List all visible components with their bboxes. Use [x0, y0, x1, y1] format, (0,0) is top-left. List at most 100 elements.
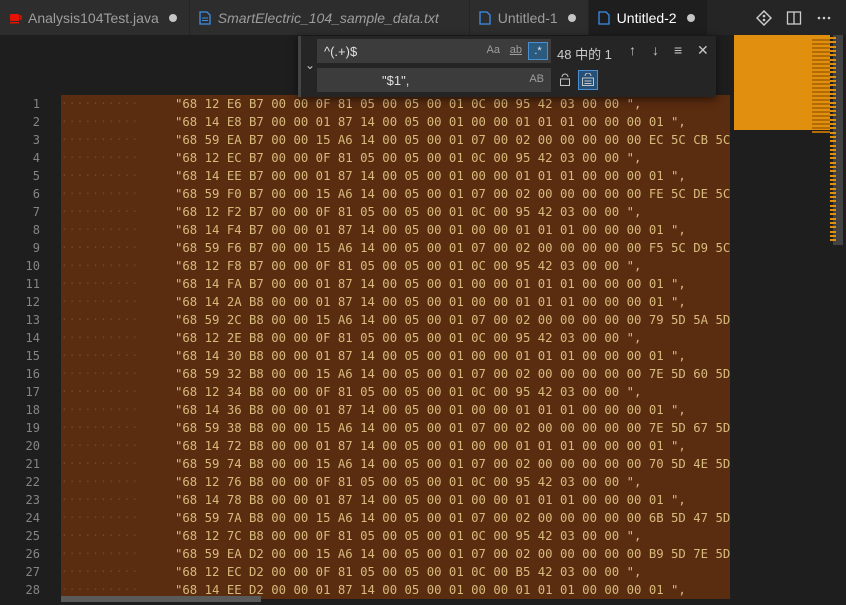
- code-line[interactable]: ·········· "68 59 EA B7 00 00 15 A6 14 00…: [61, 131, 730, 149]
- code-line[interactable]: ·········· "68 59 32 B8 00 00 15 A6 14 00…: [61, 365, 730, 383]
- code-line[interactable]: ·········· "68 59 F0 B7 00 00 15 A6 14 00…: [61, 185, 730, 203]
- replace-all-icon[interactable]: [578, 70, 598, 90]
- minimap-match-marker: [812, 67, 830, 69]
- find-replace-widget: ⌄ ^(.+)$ Aa ab .* 48 中的 1 ↑ ↓ ≡ ✕ "$1", …: [298, 36, 716, 97]
- code-area[interactable]: ·········· "68 12 E6 B7 00 00 0F 81 05 00…: [61, 95, 730, 599]
- scrollbar-match-marker: [830, 170, 836, 173]
- code-line[interactable]: ·········· "68 14 78 B8 00 00 01 87 14 00…: [61, 491, 730, 509]
- line-number: 7: [32, 205, 40, 219]
- tab-analysis104test[interactable]: Analysis104Test.java: [0, 0, 190, 35]
- whitespace-markers: ··········: [61, 511, 140, 524]
- unsaved-dot-icon[interactable]: [567, 13, 576, 22]
- scrollbar-match-marker: [830, 221, 836, 224]
- whitespace-markers: ··········: [61, 169, 140, 182]
- source-control-diff-icon[interactable]: [756, 9, 772, 26]
- line-number: 10: [25, 259, 40, 273]
- whitespace-markers: ··········: [61, 97, 140, 110]
- code-line[interactable]: ·········· "68 14 FA B7 00 00 01 87 14 00…: [61, 275, 730, 293]
- unsaved-dot-icon[interactable]: [168, 13, 177, 22]
- code-line[interactable]: ·········· "68 59 7A B8 00 00 15 A6 14 00…: [61, 509, 730, 527]
- code-line[interactable]: ·········· "68 14 30 B8 00 00 01 87 14 00…: [61, 347, 730, 365]
- unsaved-dot-icon[interactable]: [686, 13, 695, 22]
- whole-word-button[interactable]: ab: [510, 44, 522, 56]
- horizontal-scrollbar[interactable]: [61, 596, 730, 602]
- replace-one-icon[interactable]: [555, 70, 575, 90]
- code-line-text: "68 14 FA B7 00 00 01 87 14 00 05 00 01 …: [175, 277, 686, 291]
- code-line[interactable]: ·········· "68 59 F6 B7 00 00 15 A6 14 00…: [61, 239, 730, 257]
- close-icon[interactable]: ✕: [697, 42, 709, 59]
- code-line[interactable]: ·········· "68 59 74 B8 00 00 15 A6 14 00…: [61, 455, 730, 473]
- minimap-match-marker: [812, 91, 830, 93]
- code-line[interactable]: ·········· "68 59 2C B8 00 00 15 A6 14 00…: [61, 311, 730, 329]
- code-line[interactable]: ·········· "68 12 7C B8 00 00 0F 81 05 00…: [61, 527, 730, 545]
- scrollbar-match-marker: [830, 187, 836, 190]
- code-line[interactable]: ·········· "68 12 F2 B7 00 00 0F 81 05 00…: [61, 203, 730, 221]
- replace-input[interactable]: "$1", AB: [317, 68, 551, 92]
- code-line[interactable]: ·········· "68 12 EC D2 00 00 0F 81 05 00…: [61, 563, 730, 581]
- vertical-scrollbar[interactable]: [830, 35, 846, 605]
- whitespace-markers: ··········: [61, 331, 140, 344]
- editor[interactable]: 1 2 3 4 5 6 7 8 9 10 11 12 13 14 15 16 17 18 19 20 21 22 23 24 2…: [0, 35, 846, 605]
- scrollbar-match-marker: [830, 58, 836, 61]
- line-number: 27: [25, 565, 40, 579]
- use-regex-button[interactable]: .*: [528, 42, 548, 60]
- split-editor-icon[interactable]: [786, 10, 802, 26]
- tab-untitled-2[interactable]: Untitled-2: [588, 0, 708, 35]
- scrollbar-match-marker: [830, 217, 836, 220]
- scrollbar-match-marker: [830, 161, 836, 164]
- find-input-value: ^(.+)$: [324, 44, 358, 59]
- scrollbar-match-marker: [830, 174, 836, 177]
- code-line[interactable]: ·········· "68 14 F4 B7 00 00 01 87 14 00…: [61, 221, 730, 239]
- code-line[interactable]: ·········· "68 14 36 B8 00 00 01 87 14 00…: [61, 401, 730, 419]
- line-number: 3: [32, 133, 40, 147]
- code-line[interactable]: ·········· "68 14 72 B8 00 00 01 87 14 00…: [61, 437, 730, 455]
- minimap-match-marker: [812, 99, 830, 101]
- find-input[interactable]: ^(.+)$ Aa ab .*: [317, 39, 551, 63]
- line-number: 20: [25, 439, 40, 453]
- scrollbar-match-marker: [830, 127, 836, 130]
- horizontal-scrollbar-thumb[interactable]: [61, 596, 261, 602]
- code-line[interactable]: ·········· "68 12 F8 B7 00 00 0F 81 05 00…: [61, 257, 730, 275]
- scrollbar-match-marker: [830, 148, 836, 151]
- next-match-arrow-icon[interactable]: ↓: [652, 42, 659, 58]
- code-line-text: "68 12 F8 B7 00 00 0F 81 05 00 05 00 01 …: [175, 259, 642, 273]
- code-line-text: "68 14 78 B8 00 00 01 87 14 00 05 00 01 …: [175, 493, 686, 507]
- scrollbar-match-marker: [830, 200, 836, 203]
- preserve-case-button[interactable]: AB: [529, 73, 544, 85]
- code-line[interactable]: ·········· "68 12 2E B8 00 00 0F 81 05 00…: [61, 329, 730, 347]
- line-number: 9: [32, 241, 40, 255]
- minimap-match-marker: [812, 103, 830, 105]
- editor-actions: [756, 0, 846, 35]
- minimap-match-marker: [812, 115, 830, 117]
- whitespace-markers: ··········: [61, 439, 140, 452]
- find-result-count: 48 中的 1: [557, 47, 612, 62]
- minimap[interactable]: [734, 35, 830, 605]
- tab-untitled-1[interactable]: Untitled-1: [469, 0, 589, 35]
- code-line[interactable]: ·········· "68 14 EE B7 00 00 01 87 14 00…: [61, 167, 730, 185]
- code-line[interactable]: ·········· "68 12 34 B8 00 00 0F 81 05 00…: [61, 383, 730, 401]
- find-in-selection-icon[interactable]: ≡: [674, 42, 682, 58]
- tab-label: Untitled-1: [497, 9, 558, 26]
- code-line-text: "68 59 EA B7 00 00 15 A6 14 00 05 00 01 …: [175, 133, 730, 147]
- scrollbar-match-marker: [830, 101, 836, 104]
- code-line[interactable]: ·········· "68 59 EA D2 00 00 15 A6 14 00…: [61, 545, 730, 563]
- match-case-button[interactable]: Aa: [487, 44, 500, 56]
- minimap-match-marker: [812, 43, 830, 45]
- tab-sample-data[interactable]: SmartElectric_104_sample_data.txt: [189, 0, 470, 35]
- code-line[interactable]: ·········· "68 12 E6 B7 00 00 0F 81 05 00…: [61, 95, 730, 113]
- line-number: 8: [32, 223, 40, 237]
- scrollbar-match-marker: [830, 157, 836, 160]
- code-line[interactable]: ·········· "68 59 38 B8 00 00 15 A6 14 00…: [61, 419, 730, 437]
- more-actions-icon[interactable]: [816, 10, 832, 26]
- code-line[interactable]: ·········· "68 14 E8 B7 00 00 01 87 14 00…: [61, 113, 730, 131]
- scrollbar-match-marker: [830, 230, 836, 233]
- scrollbar-match-marker: [830, 49, 836, 52]
- toggle-replace-chevron-icon[interactable]: ⌄: [305, 58, 315, 72]
- code-line[interactable]: ·········· "68 14 2A B8 00 00 01 87 14 00…: [61, 293, 730, 311]
- code-line-text: "68 59 F6 B7 00 00 15 A6 14 00 05 00 01 …: [175, 241, 730, 255]
- minimap-match-marker: [812, 111, 830, 113]
- previous-match-arrow-icon[interactable]: ↑: [629, 42, 636, 58]
- code-line[interactable]: ·········· "68 12 EC B7 00 00 0F 81 05 00…: [61, 149, 730, 167]
- code-line[interactable]: ·········· "68 12 76 B8 00 00 0F 81 05 00…: [61, 473, 730, 491]
- whitespace-markers: ··········: [61, 457, 140, 470]
